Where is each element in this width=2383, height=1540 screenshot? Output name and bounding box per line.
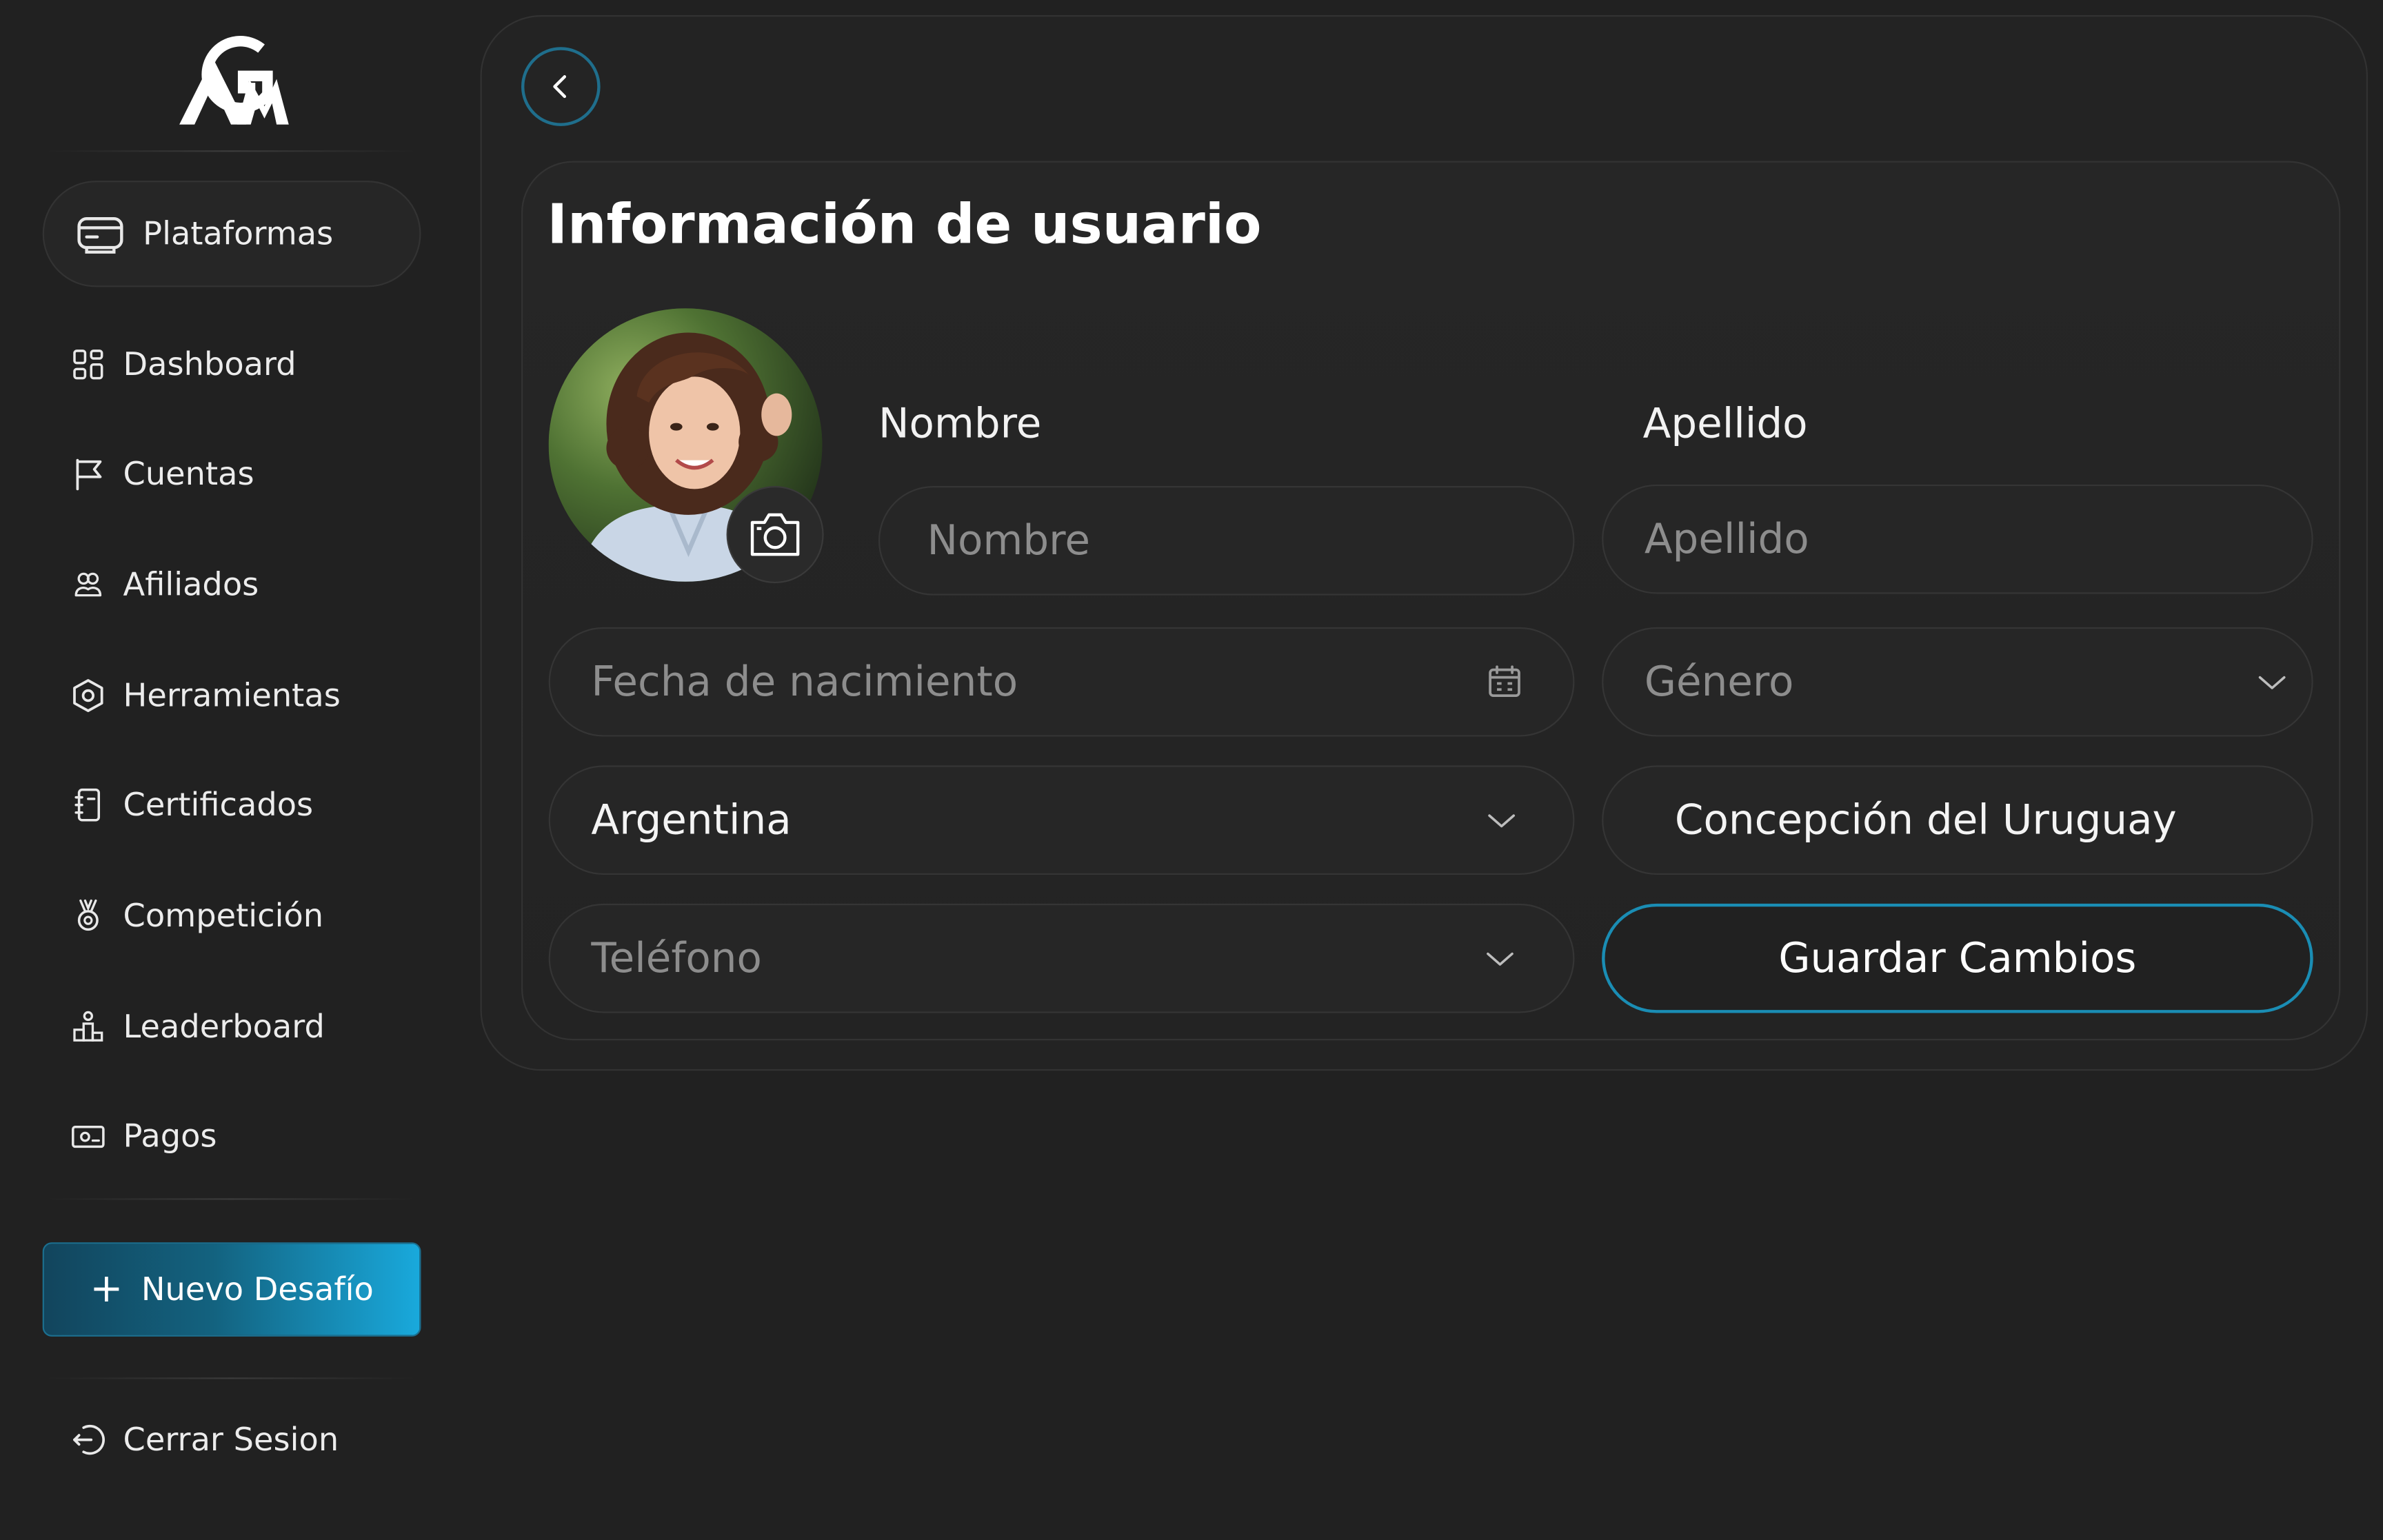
chevron-down-icon [1483, 802, 1520, 838]
last-name-placeholder: Apellido [1644, 515, 1809, 563]
sidebar-item-label: Competición [123, 898, 324, 934]
sidebar-divider-bottom [46, 1377, 416, 1379]
sidebar-item-label: Certificados [123, 787, 314, 824]
sidebar-item-dashboard[interactable]: Dashboard [70, 334, 419, 395]
sidebar-item-label: Herramientas [123, 677, 341, 714]
sidebar-item-certificados[interactable]: Certificados [70, 775, 419, 835]
country-value: Argentina [591, 796, 792, 844]
sidebar-item-label: Dashboard [123, 346, 296, 383]
podium-icon [70, 1009, 106, 1045]
save-changes-label: Guardar Cambios [1778, 935, 2137, 982]
sidebar-item-label: Cuentas [123, 455, 254, 492]
sidebar-item-label: Leaderboard [123, 1008, 325, 1045]
gender-select[interactable]: Género [1602, 627, 2313, 737]
flag-icon [70, 456, 106, 492]
platforms-label: Plataformas [143, 215, 334, 252]
camera-icon [746, 510, 804, 559]
users-icon [70, 567, 106, 603]
calendar-icon[interactable] [1487, 664, 1523, 700]
save-changes-button[interactable]: Guardar Cambios [1602, 903, 2313, 1013]
first-name-field[interactable]: Nombre [878, 486, 1575, 596]
city-field[interactable]: Concepción del Uruguay [1602, 765, 2313, 875]
gender-placeholder: Género [1644, 658, 1794, 706]
new-challenge-button[interactable]: + Nuevo Desafío [42, 1242, 421, 1337]
money-icon [70, 1118, 106, 1155]
new-challenge-label: Nuevo Desafío [141, 1271, 374, 1308]
sidebar-item-leaderboard[interactable]: Leaderboard [70, 996, 419, 1057]
birthdate-placeholder: Fecha de nacimiento [591, 658, 1018, 706]
sidebar-item-competicion[interactable]: Competición [70, 885, 419, 946]
country-select[interactable]: Argentina [548, 765, 1575, 875]
sidebar-item-herramientas[interactable]: Herramientas [70, 665, 419, 726]
logout-icon [70, 1421, 106, 1458]
certificate-icon [70, 787, 106, 823]
first-name-label: Nombre [878, 401, 1042, 448]
sidebar-item-label: Afiliados [123, 566, 259, 603]
first-name-placeholder: Nombre [927, 517, 1090, 565]
sidebar-item-cuentas[interactable]: Cuentas [70, 443, 419, 504]
chevron-down-icon[interactable] [1482, 940, 1518, 977]
last-name-field[interactable]: Apellido [1602, 484, 2313, 594]
change-photo-button[interactable] [726, 486, 824, 584]
sidebar-item-label: Pagos [123, 1117, 217, 1155]
medal-icon [70, 898, 106, 934]
back-button[interactable] [521, 47, 601, 126]
last-name-label: Apellido [1642, 401, 1808, 448]
city-value: Concepción del Uruguay [1674, 796, 2177, 844]
page-title: Información de usuario [547, 194, 1262, 257]
chevron-down-icon [2254, 664, 2291, 700]
sidebar-divider-top [46, 150, 416, 152]
grid-icon [70, 346, 106, 383]
logout-button[interactable]: Cerrar Sesion [70, 1410, 419, 1470]
phone-field[interactable]: Teléfono [548, 903, 1575, 1013]
sidebar-divider-middle [46, 1198, 416, 1200]
logout-label: Cerrar Sesion [123, 1421, 339, 1459]
chevron-left-icon [545, 72, 576, 102]
phone-placeholder: Teléfono [591, 935, 762, 982]
wallet-icon [74, 208, 126, 260]
agm-logo [177, 28, 292, 128]
birthdate-field[interactable]: Fecha de nacimiento [548, 627, 1575, 737]
platforms-button[interactable]: Plataformas [42, 181, 421, 287]
plus-icon: + [90, 1266, 123, 1313]
sidebar-item-pagos[interactable]: Pagos [70, 1106, 419, 1166]
hexagon-icon [70, 678, 106, 714]
sidebar-item-afiliados[interactable]: Afiliados [70, 554, 419, 615]
